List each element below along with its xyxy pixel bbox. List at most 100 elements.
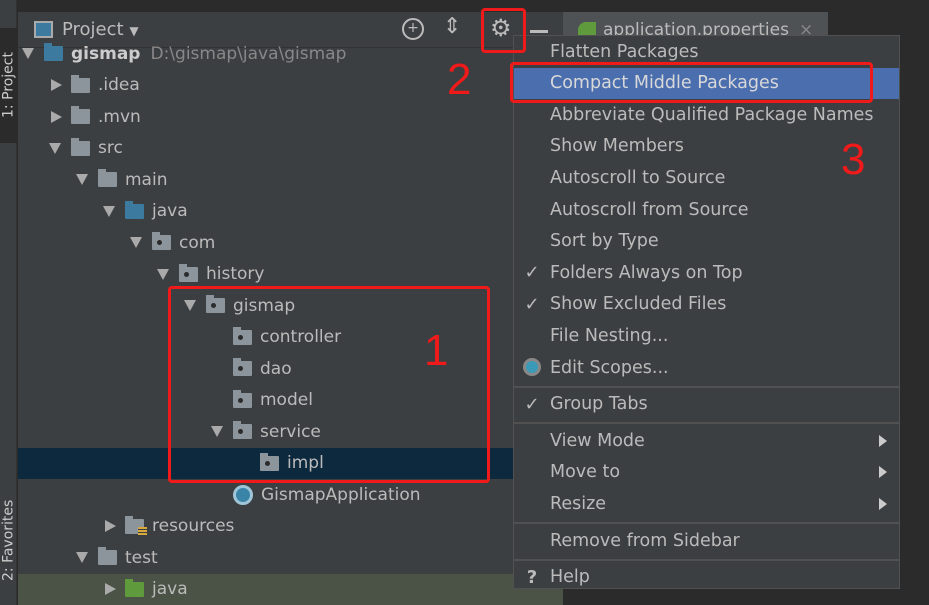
menu-item-label: Show Members bbox=[550, 136, 684, 157]
tree-item[interactable]: .mvn bbox=[18, 101, 563, 132]
minimize-icon[interactable] bbox=[530, 30, 548, 33]
spring-class-icon bbox=[233, 484, 253, 505]
expanded-arrow-icon[interactable] bbox=[130, 237, 142, 248]
checkmark-icon: ✓ bbox=[524, 262, 540, 284]
menu-item-label: Remove from Sidebar bbox=[550, 530, 740, 551]
annotation-number-3: 3 bbox=[841, 135, 866, 184]
tree-item[interactable]: resources bbox=[18, 511, 563, 542]
submenu-arrow-icon bbox=[879, 434, 887, 447]
tree-item[interactable]: src bbox=[18, 133, 563, 164]
sidebar-tab-favorites[interactable]: 2: Favorites bbox=[0, 480, 17, 600]
annotation-box-3 bbox=[510, 62, 873, 103]
tree-item[interactable]: java bbox=[18, 196, 563, 227]
left-tool-strip: 1: Project 2: Favorites bbox=[0, 0, 17, 605]
panel-title: Project bbox=[62, 19, 124, 40]
tree-item[interactable]: com bbox=[18, 227, 563, 258]
menu-item[interactable]: Sort by Type bbox=[514, 226, 899, 257]
folder-icon bbox=[98, 547, 117, 565]
menu-separator bbox=[514, 522, 899, 524]
tree-item-label: history bbox=[206, 264, 265, 284]
menu-item-label: Autoscroll from Source bbox=[550, 199, 749, 220]
tree-item-label: .mvn bbox=[98, 106, 141, 127]
submenu-arrow-icon bbox=[879, 497, 887, 510]
tree-item[interactable]: history bbox=[18, 259, 563, 290]
menu-separator bbox=[514, 558, 899, 561]
tree-item-label: main bbox=[125, 169, 168, 190]
menu-item-label: Abbreviate Qualified Package Names bbox=[550, 104, 874, 125]
tree-item[interactable]: .idea bbox=[18, 70, 563, 101]
project-view-dropdown[interactable]: Project ▼ bbox=[62, 19, 139, 40]
collapsed-arrow-icon[interactable] bbox=[51, 110, 62, 123]
folder-icon bbox=[71, 74, 90, 93]
tree-item-label: java bbox=[152, 579, 188, 599]
menu-item[interactable]: ? Help bbox=[514, 562, 899, 593]
folder-icon bbox=[71, 137, 90, 156]
tab-label: 2: Favorites bbox=[0, 499, 17, 581]
tab-label: 1: Project bbox=[0, 52, 17, 119]
menu-item-label: Show Excluded Files bbox=[550, 294, 727, 315]
menu-item[interactable]: ✓ Folders Always on Top bbox=[514, 257, 899, 288]
tree-item[interactable]: GismapApplication bbox=[18, 479, 563, 510]
menu-item[interactable]: Resize bbox=[514, 488, 899, 519]
module-path: D:\gismap\java\gismap bbox=[150, 43, 347, 64]
menu-item-label: Sort by Type bbox=[550, 231, 659, 252]
source-folder-icon bbox=[125, 200, 144, 219]
menu-item[interactable]: ✓ Group Tabs bbox=[514, 389, 899, 420]
tree-item-label: GismapApplication bbox=[261, 484, 421, 505]
expanded-arrow-icon[interactable] bbox=[76, 552, 88, 563]
menu-separator bbox=[514, 422, 899, 425]
annotation-number-2: 2 bbox=[447, 55, 472, 104]
menu-item-label: View Mode bbox=[550, 430, 645, 451]
locate-icon[interactable]: + bbox=[402, 18, 424, 40]
menu-item[interactable]: Edit Scopes... bbox=[514, 352, 899, 383]
module-icon bbox=[44, 43, 63, 61]
menu-item-label: Flatten Packages bbox=[550, 41, 699, 62]
tree-item-label: test bbox=[125, 547, 158, 568]
menu-item[interactable]: View Mode bbox=[514, 425, 899, 456]
tree-item[interactable]: main bbox=[18, 164, 563, 195]
folder-icon bbox=[98, 169, 117, 187]
expanded-arrow-icon[interactable] bbox=[49, 142, 61, 154]
menu-item-label: Resize bbox=[550, 493, 607, 514]
tree-item-label: java bbox=[152, 201, 188, 221]
menu-item[interactable]: Abbreviate Qualified Package Names bbox=[514, 99, 899, 130]
annotation-number-1: 1 bbox=[424, 326, 449, 375]
menu-item-label: Autoscroll to Source bbox=[550, 167, 726, 188]
menu-item[interactable]: Move to bbox=[514, 457, 899, 488]
package-icon bbox=[179, 263, 198, 282]
expanded-arrow-icon[interactable] bbox=[103, 205, 115, 217]
tree-item[interactable]: java bbox=[18, 573, 563, 605]
tree-item-label: com bbox=[179, 232, 216, 253]
tree-item-label: .idea bbox=[98, 75, 140, 95]
menu-separator bbox=[514, 385, 899, 388]
expanded-arrow-icon[interactable] bbox=[22, 48, 34, 59]
radio-icon bbox=[522, 354, 542, 381]
collapsed-arrow-icon[interactable] bbox=[51, 79, 62, 91]
annotation-box-2 bbox=[481, 8, 526, 53]
properties-file-icon bbox=[578, 22, 596, 36]
gear-options-menu: Flatten Packages Compact Middle Packages A… bbox=[513, 35, 900, 589]
collapsed-arrow-icon[interactable] bbox=[105, 520, 116, 532]
menu-item[interactable]: Remove from Sidebar bbox=[514, 525, 899, 556]
collapsed-arrow-icon[interactable] bbox=[105, 583, 116, 595]
expanded-arrow-icon[interactable] bbox=[76, 174, 88, 185]
menu-item-label: Move to bbox=[550, 462, 621, 483]
submenu-arrow-icon bbox=[879, 466, 887, 479]
menu-item[interactable]: File Nesting... bbox=[514, 320, 899, 351]
tree-item-label: resources bbox=[152, 516, 235, 536]
tree-item-label: src bbox=[98, 138, 123, 158]
test-folder-icon bbox=[125, 578, 144, 597]
expanded-arrow-icon[interactable] bbox=[157, 268, 169, 280]
help-icon: ? bbox=[526, 566, 538, 588]
chevron-down-icon: ▼ bbox=[129, 24, 139, 38]
menu-item-label: File Nesting... bbox=[550, 325, 669, 346]
collapse-all-icon[interactable]: ⇕ bbox=[443, 14, 461, 39]
resources-icon bbox=[125, 515, 147, 536]
project-view-icon bbox=[34, 21, 53, 38]
menu-item[interactable]: ✓ Show Excluded Files bbox=[514, 289, 899, 320]
checkmark-icon: ✓ bbox=[524, 293, 540, 315]
menu-item[interactable]: Autoscroll from Source bbox=[514, 194, 899, 225]
package-icon bbox=[152, 232, 171, 250]
sidebar-tab-project[interactable]: 1: Project bbox=[0, 28, 17, 143]
tree-item[interactable]: test bbox=[18, 542, 563, 573]
